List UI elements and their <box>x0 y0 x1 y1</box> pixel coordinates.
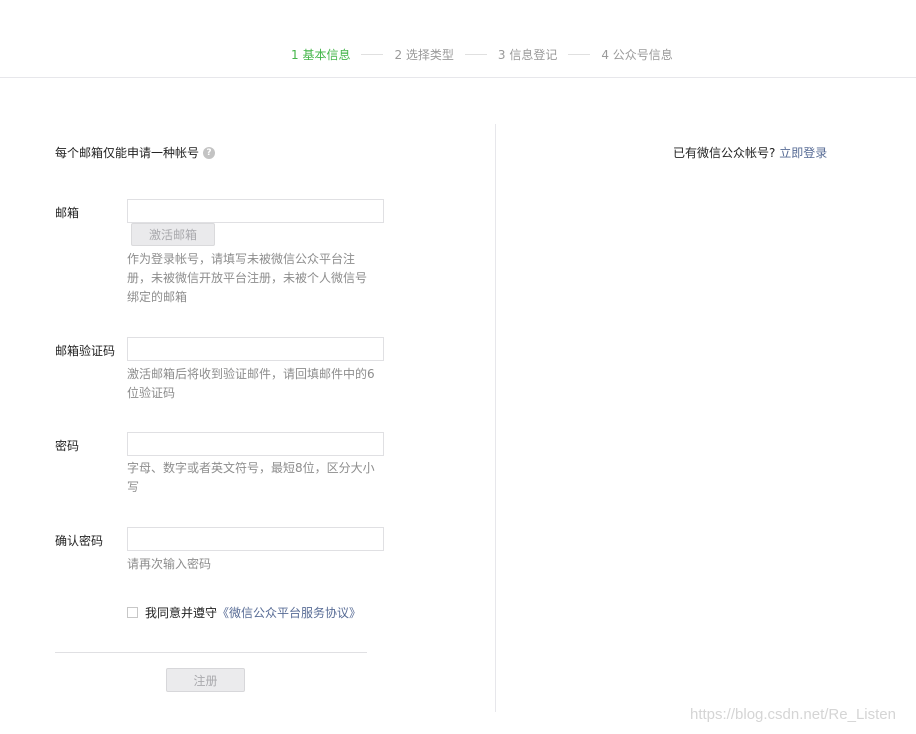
form-divider <box>55 652 367 653</box>
column-divider <box>495 124 496 712</box>
step-indicator: 1 基本信息 2 选择类型 3 信息登记 4 公众号信息 <box>291 45 673 63</box>
agree-checkbox[interactable] <box>127 607 138 618</box>
email-input[interactable] <box>127 199 384 223</box>
step-account-info: 4 公众号信息 <box>601 47 673 62</box>
watermark: https://blog.csdn.net/Re_Listen <box>690 706 896 723</box>
has-account-text: 已有微信公众帐号? <box>673 146 776 160</box>
steps-header: 1 基本信息 2 选择类型 3 信息登记 4 公众号信息 <box>0 0 916 78</box>
confirm-password-input[interactable] <box>127 527 384 551</box>
step-info-register: 3 信息登记 <box>497 47 558 62</box>
service-agreement-link[interactable]: 《微信公众平台服务协议》 <box>217 604 361 621</box>
step-select-type: 2 选择类型 <box>394 47 454 62</box>
login-hint: 已有微信公众帐号? 立即登录 <box>673 144 827 161</box>
code-label: 邮箱验证码 <box>55 344 116 358</box>
step-separator <box>464 53 487 55</box>
activate-email-button[interactable]: 激活邮箱 <box>131 223 215 246</box>
password-label: 密码 <box>55 439 80 453</box>
email-label: 邮箱 <box>55 206 80 220</box>
account-notice: 每个邮箱仅能申请一种帐号 ? <box>55 144 216 161</box>
confirm-password-tip: 请再次输入密码 <box>127 557 212 571</box>
help-icon[interactable]: ? <box>203 146 216 159</box>
email-tip: 作为登录帐号，请填写未被微信公众平台注册，未被微信开放平台注册，未被个人微信号绑… <box>127 252 368 304</box>
step-separator <box>568 53 591 55</box>
step-separator <box>361 53 384 55</box>
agreement-row: 我同意并遵守 《微信公众平台服务协议》 <box>127 604 361 621</box>
step-basic-info: 1 基本信息 <box>291 47 351 62</box>
notice-text: 每个邮箱仅能申请一种帐号 <box>55 146 200 160</box>
confirm-password-label: 确认密码 <box>55 534 104 548</box>
agree-text: 我同意并遵守 <box>145 606 218 620</box>
password-tip: 字母、数字或者英文符号，最短8位，区分大小写 <box>127 461 375 494</box>
code-tip: 激活邮箱后将收到验证邮件，请回填邮件中的6位验证码 <box>127 367 375 400</box>
code-input[interactable] <box>127 337 384 361</box>
password-input[interactable] <box>127 432 384 456</box>
register-button[interactable]: 注册 <box>166 668 245 692</box>
login-link[interactable]: 立即登录 <box>779 146 827 160</box>
